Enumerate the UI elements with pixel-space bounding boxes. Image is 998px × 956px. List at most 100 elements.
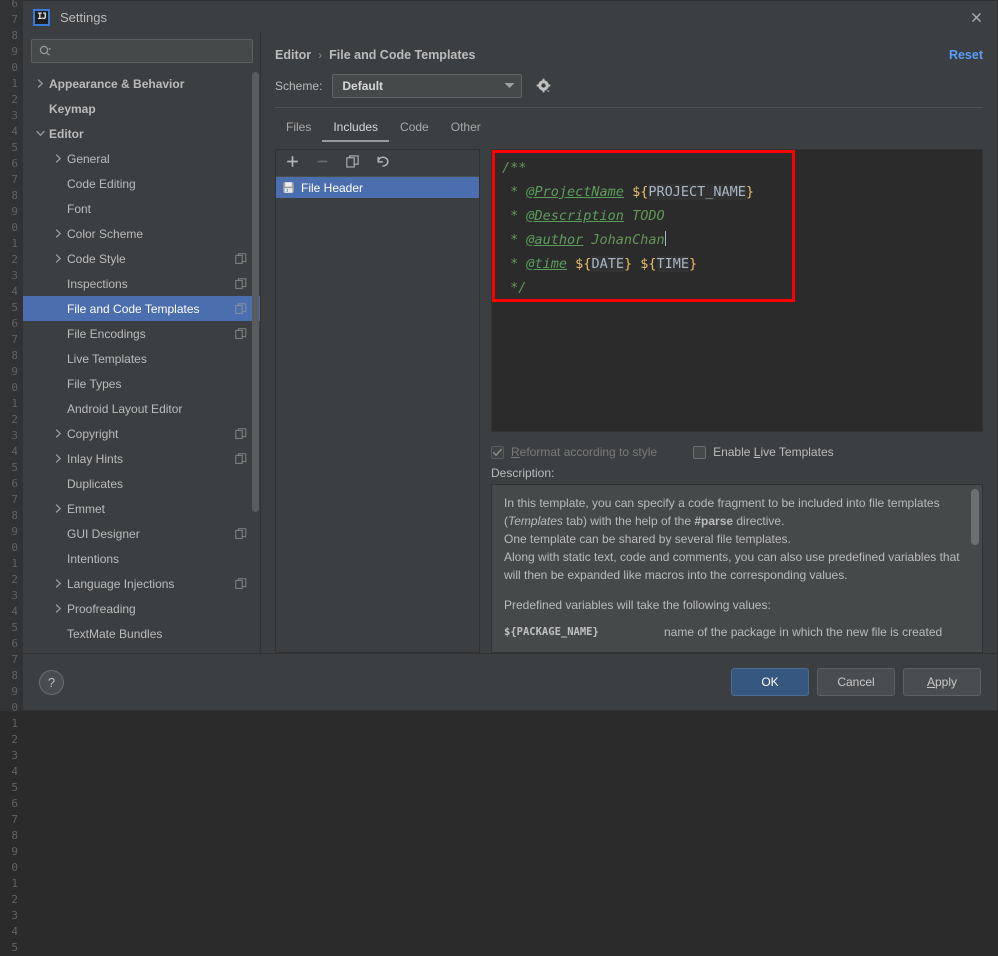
copy-template-button[interactable]: [344, 155, 361, 172]
variable-name: ${PACKAGE_NAME}: [504, 623, 664, 641]
background-line-number: 8: [0, 668, 18, 684]
sidebar-item-copyright[interactable]: Copyright: [23, 421, 261, 446]
intellij-idea-icon: IJ: [33, 9, 50, 26]
code-token: *: [502, 256, 526, 272]
apply-button[interactable]: Apply: [903, 668, 981, 696]
checkbox-box[interactable]: [693, 446, 706, 459]
background-line-number: 0: [0, 860, 18, 876]
sidebar-item-inlay-hints[interactable]: Inlay Hints: [23, 446, 261, 471]
background-line-number: 3: [0, 268, 18, 284]
sidebar-item-duplicates[interactable]: Duplicates: [23, 471, 261, 496]
sidebar-item-gui-designer[interactable]: GUI Designer: [23, 521, 261, 546]
chevron-down-icon: [504, 81, 515, 91]
dialog-title: Settings: [60, 10, 107, 25]
sidebar-item-editor[interactable]: Editor: [23, 121, 261, 146]
chevron-right-icon[interactable]: [49, 579, 67, 588]
sidebar-item-code-editing[interactable]: Code Editing: [23, 171, 261, 196]
chevron-right-icon[interactable]: [49, 604, 67, 613]
tabs-separator: [275, 107, 983, 108]
settings-tree: Appearance & Behavior Keymap EditorGeneral…: [23, 68, 261, 653]
chevron-right-icon[interactable]: [49, 154, 67, 163]
sidebar-item-emmet[interactable]: Emmet: [23, 496, 261, 521]
code-token: ${: [575, 256, 591, 272]
search-field[interactable]: [31, 39, 253, 63]
breadcrumb-parent[interactable]: Editor: [275, 48, 311, 62]
sidebar-item-general[interactable]: General: [23, 146, 261, 171]
enable-live-templates-checkbox[interactable]: Enable Live Templates: [693, 445, 834, 459]
sidebar-item-inspections[interactable]: Inspections: [23, 271, 261, 296]
background-line-number: 6: [0, 156, 18, 172]
scheme-selected-value: Default: [342, 79, 504, 93]
description-p1-b: tab) with the help of the: [563, 514, 694, 528]
chevron-right-icon[interactable]: [49, 429, 67, 438]
sidebar-item-label: TextMate Bundles: [67, 627, 247, 641]
sidebar-item-intentions[interactable]: Intentions: [23, 546, 261, 571]
code-line: * @Description TODO: [502, 204, 982, 228]
template-tabs: FilesIncludesCodeOther: [261, 112, 997, 142]
chevron-right-icon[interactable]: [49, 254, 67, 263]
background-line-number: 0: [0, 60, 18, 76]
background-line-number: 4: [0, 284, 18, 300]
background-line-number: 7: [0, 332, 18, 348]
sidebar-item-textmate-bundles[interactable]: TextMate Bundles: [23, 621, 261, 646]
list-item[interactable]: JFile Header: [276, 177, 479, 198]
scheme-dropdown[interactable]: Default: [332, 74, 522, 98]
template-code-editor[interactable]: /** * @ProjectName ${PROJECT_NAME} * @De…: [491, 149, 983, 432]
sidebar-divider: [260, 33, 261, 653]
sidebar-item-label: Keymap: [49, 102, 247, 116]
sidebar-item-file-encodings[interactable]: File Encodings: [23, 321, 261, 346]
add-template-button[interactable]: [284, 155, 301, 172]
template-detail-pane: /** * @ProjectName ${PROJECT_NAME} * @De…: [480, 149, 983, 653]
sidebar-item-language-injections[interactable]: Language Injections: [23, 571, 261, 596]
gear-icon[interactable]: [536, 78, 552, 94]
tab-includes[interactable]: Includes: [322, 117, 389, 142]
sidebar-item-code-style[interactable]: Code Style: [23, 246, 261, 271]
background-line-number: 8: [0, 508, 18, 524]
sidebar-scrollbar[interactable]: [252, 72, 259, 512]
sidebar-item-proofreading[interactable]: Proofreading: [23, 596, 261, 621]
background-line-number: 2: [0, 892, 18, 908]
background-line-number: 9: [0, 44, 18, 60]
background-line-number: 8: [0, 828, 18, 844]
tab-files[interactable]: Files: [275, 117, 322, 142]
background-line-number: 5: [0, 940, 18, 956]
chevron-down-icon[interactable]: [31, 129, 49, 138]
checkbox-label: Reformat according to style: [511, 445, 657, 459]
templates-toolbar: [276, 150, 479, 177]
background-line-number: 6: [0, 476, 18, 492]
sidebar-item-color-scheme[interactable]: Color Scheme: [23, 221, 261, 246]
sidebar-item-android-layout-editor[interactable]: Android Layout Editor: [23, 396, 261, 421]
description-paragraph-1: In this template, you can specify a code…: [504, 494, 970, 530]
sidebar-item-font[interactable]: Font: [23, 196, 261, 221]
code-token: [624, 184, 632, 200]
search-input[interactable]: [55, 41, 246, 61]
sidebar-item-appearance-behavior[interactable]: Appearance & Behavior: [23, 71, 261, 96]
sidebar-item-live-templates[interactable]: Live Templates: [23, 346, 261, 371]
sidebar-item-file-types[interactable]: File Types: [23, 371, 261, 396]
chevron-right-icon[interactable]: [31, 79, 49, 88]
background-line-number: 5: [0, 620, 18, 636]
copy-settings-icon: [235, 453, 247, 465]
code-token: @time: [526, 256, 567, 272]
sidebar-item-todo[interactable]: TODO: [23, 646, 261, 653]
close-icon[interactable]: [963, 7, 989, 27]
sidebar-item-file-and-code-templates[interactable]: File and Code Templates: [23, 296, 261, 321]
tab-other[interactable]: Other: [440, 117, 492, 142]
cancel-button[interactable]: Cancel: [817, 668, 895, 696]
reset-link[interactable]: Reset: [949, 48, 983, 62]
tab-code[interactable]: Code: [389, 117, 440, 142]
chevron-right-icon[interactable]: [49, 454, 67, 463]
reset-template-button[interactable]: [374, 155, 391, 172]
ok-button[interactable]: OK: [731, 668, 809, 696]
sidebar-item-keymap[interactable]: Keymap: [23, 96, 261, 121]
background-line-number: 1: [0, 236, 18, 252]
help-button[interactable]: ?: [39, 670, 64, 695]
description-scrollbar[interactable]: [971, 489, 979, 545]
description-label: Description:: [491, 466, 983, 484]
variable-row: ${USER}current user system login name: [504, 650, 970, 653]
chevron-right-icon[interactable]: [49, 229, 67, 238]
code-token: [567, 256, 575, 272]
variable-row: ${PACKAGE_NAME}name of the package in wh…: [504, 623, 970, 641]
chevron-right-icon[interactable]: [49, 504, 67, 513]
copy-settings-icon: [235, 253, 247, 265]
